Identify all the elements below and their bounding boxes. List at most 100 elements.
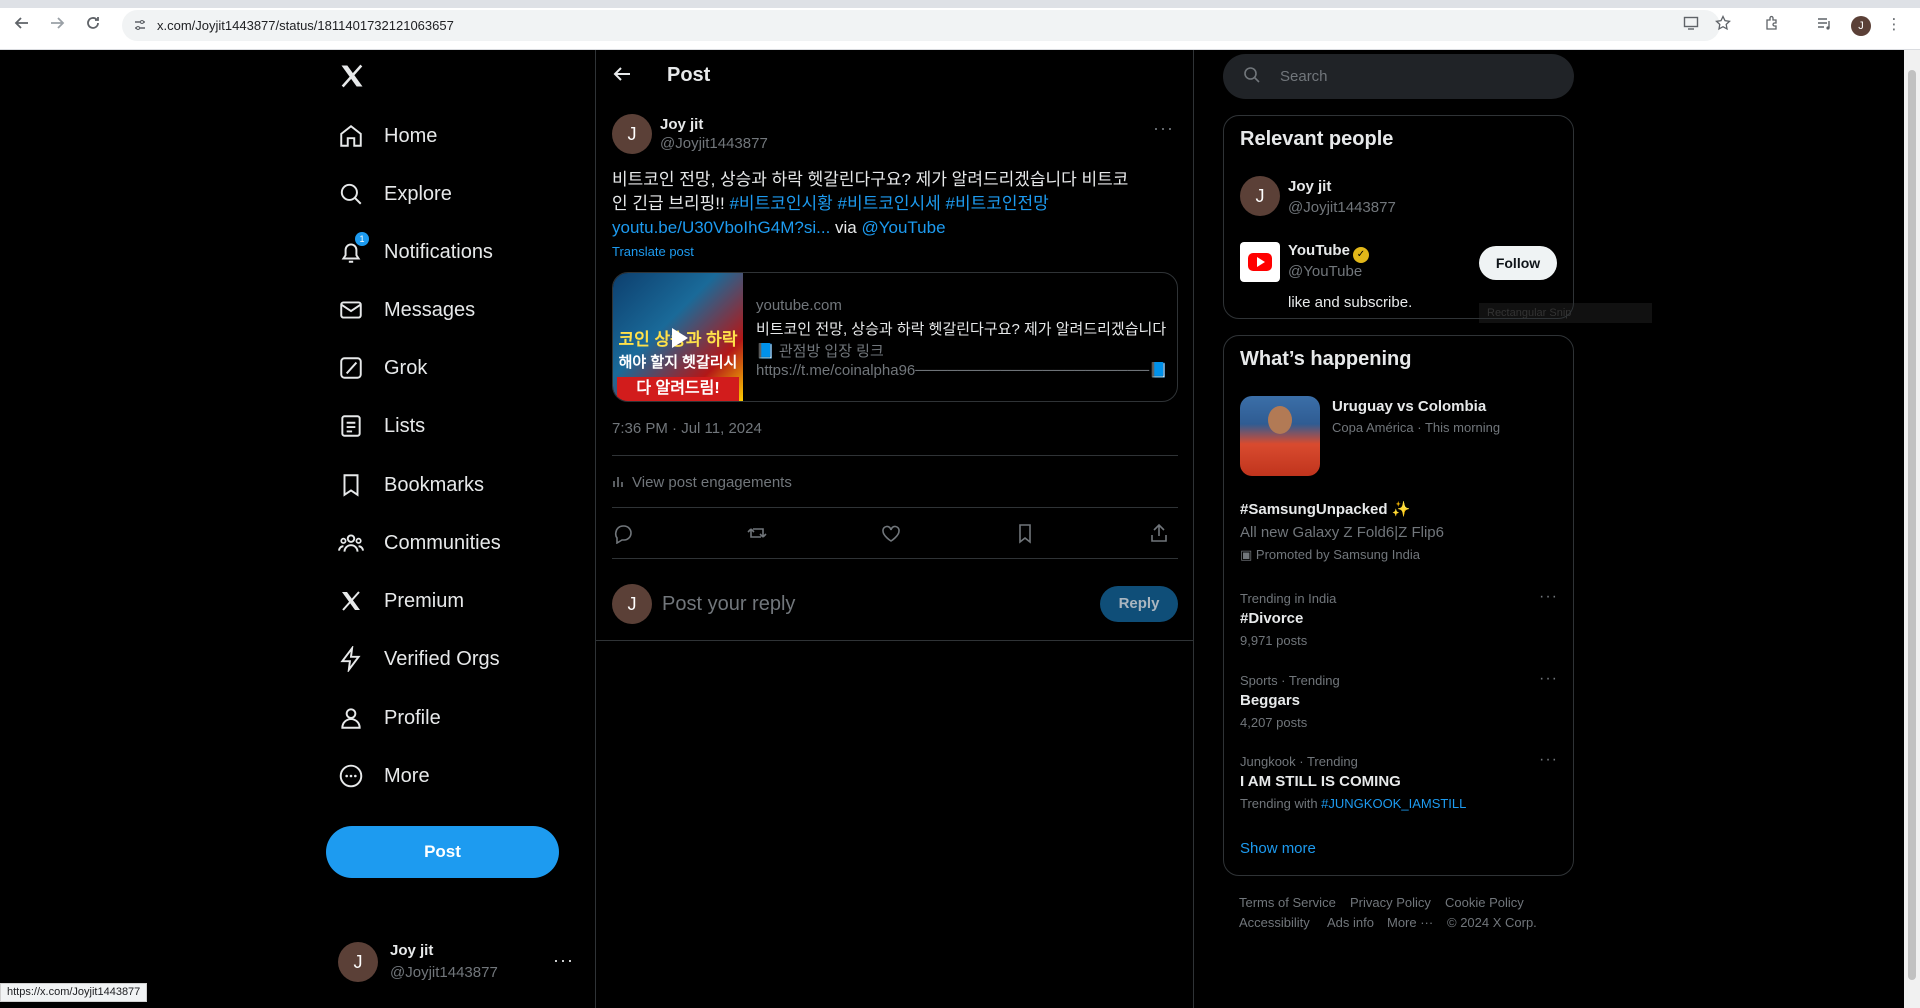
nav-notifications[interactable]: 1 Notifications — [338, 232, 493, 272]
site-info-icon[interactable] — [133, 18, 147, 32]
trend-title[interactable]: I AM STILL IS COMING — [1240, 773, 1401, 790]
tweet-timestamp[interactable]: 7:36 PM · Jul 11, 2024 — [612, 420, 762, 437]
video-thumbnail: 코인 상승과 하락 해야 할지 헷갈리시 다 알려드림! — [613, 273, 743, 401]
extensions-icon[interactable] — [1762, 15, 1782, 35]
back-arrow-icon[interactable] — [12, 15, 32, 35]
translate-post-link[interactable]: Translate post — [612, 244, 694, 259]
more-dots-icon[interactable]: ··· — [1539, 670, 1558, 688]
media-control-icon[interactable] — [1814, 15, 1834, 35]
tweet-link[interactable]: youtu.be/U30VboIhG4M?si... — [612, 218, 830, 237]
follow-button[interactable]: Follow — [1479, 246, 1557, 280]
avatar[interactable]: J — [1240, 176, 1280, 216]
scrollbar[interactable] — [1904, 50, 1920, 1008]
tweet-via: via — [830, 218, 862, 237]
post-button[interactable]: Post — [326, 826, 559, 878]
trend-meta: Copa América · This morning — [1332, 420, 1501, 435]
divider — [612, 558, 1178, 559]
address-bar[interactable]: x.com/Joyjit1443877/status/1811401732121… — [122, 10, 1720, 41]
nav-profile[interactable]: Profile — [338, 698, 441, 738]
repost-icon[interactable] — [746, 522, 768, 544]
bookmark-icon — [338, 472, 364, 498]
avatar: J — [612, 584, 652, 624]
trend-title[interactable]: Uruguay vs Colombia — [1332, 398, 1486, 415]
communities-icon — [338, 530, 364, 556]
footer-link-accessibility[interactable]: Accessibility — [1239, 915, 1310, 930]
more-dots-icon[interactable]: ··· — [1153, 118, 1174, 139]
browser-profile-avatar[interactable]: J — [1851, 16, 1871, 36]
play-icon[interactable] — [664, 324, 692, 352]
panel-title: Relevant people — [1240, 128, 1394, 150]
tweet-author-name[interactable]: Joy jit — [660, 116, 703, 133]
share-icon[interactable] — [1148, 522, 1170, 544]
bookmark-star-icon[interactable] — [1713, 14, 1733, 35]
home-icon — [338, 123, 364, 149]
nav-messages[interactable]: Messages — [338, 290, 475, 330]
tweet-text: 비트코인 전망, 상승과 하락 헷갈린다구요? 제가 알려드리겠습니다 비트코 … — [612, 168, 1178, 240]
promoted-trend[interactable]: #SamsungUnpacked ✨ — [1240, 500, 1410, 518]
card-title: 비트코인 전망, 상승과 하락 헷갈린다구요? 제가 알려드리겠습니다 — [756, 321, 1166, 338]
lightning-icon — [338, 646, 364, 672]
avatar[interactable]: J — [612, 114, 652, 154]
footer-link-ads[interactable]: Ads info — [1327, 915, 1374, 930]
reply-button[interactable]: Reply — [1100, 586, 1178, 622]
more-dots-icon[interactable]: ··· — [1539, 588, 1558, 606]
tweet-mention[interactable]: @YouTube — [861, 218, 945, 237]
footer-link-cookie[interactable]: Cookie Policy — [1445, 895, 1524, 910]
panel-title: What’s happening — [1240, 348, 1412, 370]
tweet-author-handle[interactable]: @Joyjit1443877 — [660, 135, 768, 152]
footer-link-more[interactable]: More ··· — [1387, 915, 1433, 930]
trend-posts: 4,207 posts — [1240, 715, 1308, 730]
nav-label-notifications: Notifications — [384, 240, 493, 263]
nav-premium[interactable]: Premium — [338, 581, 464, 621]
tweet-hashtags[interactable]: #비트코인시황 #비트코인시세 #비트코인전망 — [729, 194, 1048, 213]
nav-verified-orgs[interactable]: Verified Orgs — [338, 639, 500, 679]
person-handle[interactable]: @Joyjit1443877 — [1288, 199, 1396, 216]
sparkle-icon: ✨ — [1391, 501, 1411, 518]
trend-posts-link[interactable]: #JUNGKOOK_IAMSTILL — [1321, 796, 1466, 811]
install-app-icon[interactable] — [1681, 15, 1701, 35]
person-icon — [338, 705, 364, 731]
nav-communities[interactable]: Communities — [338, 523, 501, 563]
nav-home[interactable]: Home — [338, 116, 437, 156]
account-switcher[interactable]: J Joy jit @Joyjit1443877 ··· — [338, 934, 578, 990]
reload-icon[interactable] — [83, 15, 103, 35]
mail-icon — [338, 297, 364, 323]
person-handle[interactable]: @YouTube — [1288, 263, 1362, 280]
more-dots-icon[interactable]: ··· — [1539, 751, 1558, 769]
footer-link-privacy[interactable]: Privacy Policy — [1350, 895, 1431, 910]
like-heart-icon[interactable] — [880, 522, 902, 544]
nav-lists[interactable]: Lists — [338, 406, 425, 446]
footer-link-terms[interactable]: Terms of Service — [1239, 895, 1336, 910]
more-dots-icon[interactable]: ··· — [553, 950, 574, 971]
divider — [612, 455, 1178, 456]
browser-menu-icon[interactable]: ⋮ — [1884, 15, 1904, 35]
reply-input[interactable]: Post your reply — [662, 593, 795, 616]
trend-image[interactable] — [1240, 396, 1320, 476]
trend-title[interactable]: #Divorce — [1240, 610, 1303, 627]
show-more-link[interactable]: Show more — [1240, 840, 1316, 857]
reply-icon[interactable] — [612, 522, 634, 545]
trend-title[interactable]: Beggars — [1240, 692, 1300, 709]
view-engagements-link[interactable]: View post engagements — [612, 474, 792, 491]
account-handle: @Joyjit1443877 — [390, 964, 498, 981]
search-input[interactable]: Search — [1223, 54, 1574, 99]
youtube-logo-icon[interactable] — [1240, 242, 1280, 282]
verified-badge-icon: ✓ — [1352, 247, 1369, 263]
forward-arrow-icon[interactable] — [47, 15, 67, 35]
person-name-youtube[interactable]: YouTube ✓ — [1288, 242, 1369, 263]
back-arrow-icon[interactable] — [612, 64, 632, 90]
trend-posts-prefix: Trending with — [1240, 796, 1322, 811]
link-preview-card[interactable]: 코인 상승과 하락 해야 할지 헷갈리시 다 알려드림! youtube.com… — [612, 272, 1178, 402]
scrollbar-thumb[interactable] — [1908, 70, 1916, 980]
search-icon — [1243, 66, 1263, 86]
nav-label-more: More — [384, 764, 430, 787]
url-text: x.com/Joyjit1443877/status/1811401732121… — [157, 18, 454, 33]
nav-more[interactable]: More — [338, 756, 430, 796]
nav-explore[interactable]: Explore — [338, 174, 452, 214]
x-logo-icon[interactable] — [338, 62, 368, 92]
reply-composer: J Post your reply Reply — [612, 574, 1178, 634]
bookmark-icon[interactable] — [1014, 522, 1036, 544]
nav-grok[interactable]: Grok — [338, 348, 427, 388]
person-name[interactable]: Joy jit — [1288, 178, 1331, 195]
nav-bookmarks[interactable]: Bookmarks — [338, 465, 484, 505]
